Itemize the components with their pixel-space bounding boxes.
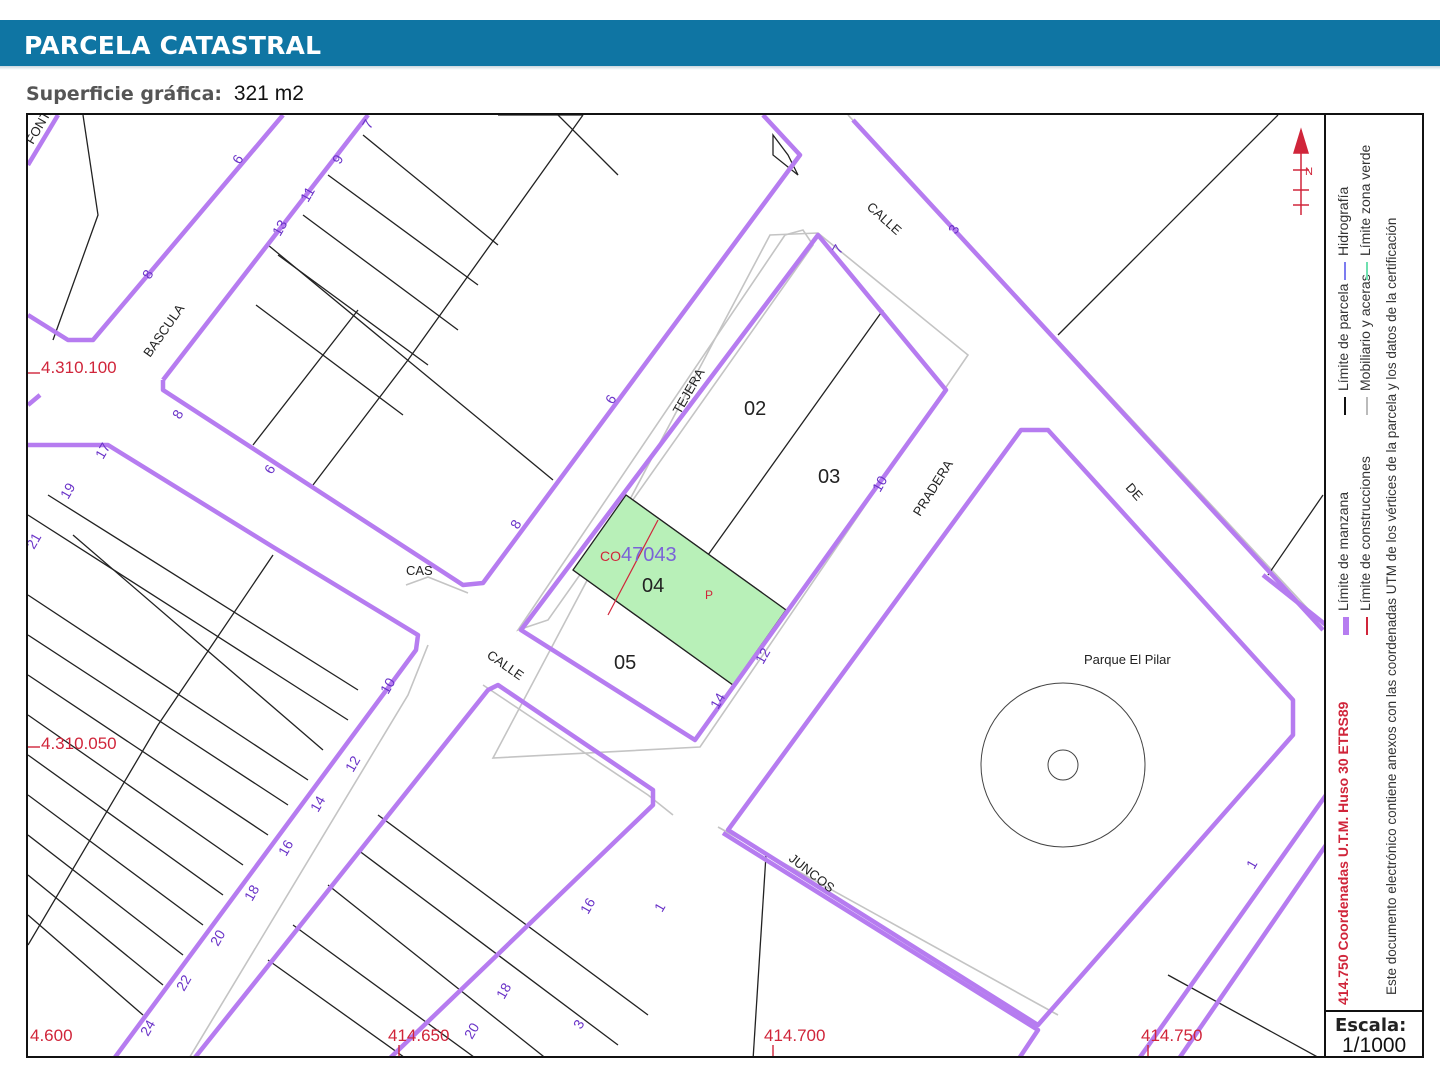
legend-label: Límite de manzana xyxy=(1335,492,1351,611)
legend-panel: 414.750 Coordenadas U.T.M. Huso 30 ETRS8… xyxy=(1324,113,1424,1011)
subparcel-03: 03 xyxy=(818,466,840,488)
scale-label: Escala: xyxy=(1335,1015,1407,1036)
coord-y-top: 4.310.100 xyxy=(41,358,117,377)
house-number: 20 xyxy=(461,1020,483,1042)
legend-canvas: 414.750 Coordenadas U.T.M. Huso 30 ETRS8… xyxy=(1335,145,1399,1005)
construction-mark: CO xyxy=(600,548,621,564)
street-cas: CAS xyxy=(406,563,433,578)
legend-coordinates-note: 414.750 Coordenadas U.T.M. Huso 30 ETRS8… xyxy=(1335,701,1351,1005)
house-number: 12 xyxy=(342,753,364,775)
legend-label: Límite de parcela xyxy=(1335,283,1351,391)
subparcel-05: 05 xyxy=(614,652,636,674)
coord-y-bottom: 4.310.050 xyxy=(41,734,117,753)
house-number: 21 xyxy=(28,530,44,552)
house-number: 14 xyxy=(707,690,729,712)
street-calle-1: CALLE xyxy=(864,199,905,238)
legend-label: Límite de construcciones xyxy=(1357,456,1373,611)
page-title: PARCELA CATASTRAL xyxy=(24,31,322,60)
street-pradera: PRADERA xyxy=(910,457,956,519)
coord-x-2: 414.700 xyxy=(764,1026,826,1045)
surface-info: Superficie gráfica: 321 m2 xyxy=(26,82,304,106)
legend-label: Hidrografía xyxy=(1335,187,1351,256)
house-number: 1 xyxy=(651,900,669,915)
scale-value: 1/1000 xyxy=(1342,1034,1407,1057)
house-number: 1 xyxy=(1243,857,1261,872)
scale-box: Escala: 1/1000 xyxy=(1324,1010,1424,1058)
park-name: Parque El Pilar xyxy=(1084,652,1171,667)
house-number: 8 xyxy=(169,407,187,422)
surface-label: Superficie gráfica: xyxy=(26,83,222,105)
header-divider xyxy=(0,66,1440,70)
street-de: DE xyxy=(1123,480,1146,504)
legend-item-block: Límite de manzana xyxy=(1335,492,1351,635)
legend-document-note: Este documento electrónico contiene anex… xyxy=(1384,218,1399,995)
north-label: N xyxy=(1305,166,1313,178)
house-number: 18 xyxy=(493,980,515,1002)
map-canvas[interactable]: 02 03 04 05 47043 CO P Parque El Pilar C… xyxy=(28,115,1326,1058)
park-circle-inner xyxy=(1047,749,1079,781)
street-calle-2: CALLE xyxy=(484,647,527,683)
coord-x-1: 414.650 xyxy=(388,1026,450,1045)
park-circle-outer xyxy=(980,682,1146,848)
legend-item-construction: Límite de construcciones xyxy=(1357,456,1373,635)
coordinate-ticks xyxy=(28,372,1149,1056)
parcel-mark: P xyxy=(705,588,713,602)
legend-label: Límite zona verde xyxy=(1357,145,1373,256)
legend-item-green: Límite zona verde xyxy=(1357,145,1373,280)
cadastral-map[interactable]: 02 03 04 05 47043 CO P Parque El Pilar C… xyxy=(26,113,1424,1058)
legend-item-parcel: Límite de parcela xyxy=(1335,283,1351,415)
legend-item-furniture: Mobiliario y aceras xyxy=(1357,274,1373,415)
coord-x-0: 4.600 xyxy=(30,1026,73,1045)
coord-x-3: 414.750 xyxy=(1141,1026,1203,1045)
legend-item-hydro: Hidrografía xyxy=(1335,187,1351,280)
parcel-reference: 47043 xyxy=(621,544,677,566)
house-number: 3 xyxy=(570,1017,588,1032)
subparcel-02: 02 xyxy=(744,398,766,420)
subparcel-04: 04 xyxy=(642,575,664,597)
legend-label: Mobiliario y aceras xyxy=(1357,274,1373,391)
house-number: 19 xyxy=(57,480,79,502)
surface-value: 321 m2 xyxy=(233,82,304,105)
house-number: 16 xyxy=(577,895,599,917)
street-bascula: BASCULA xyxy=(140,301,187,360)
